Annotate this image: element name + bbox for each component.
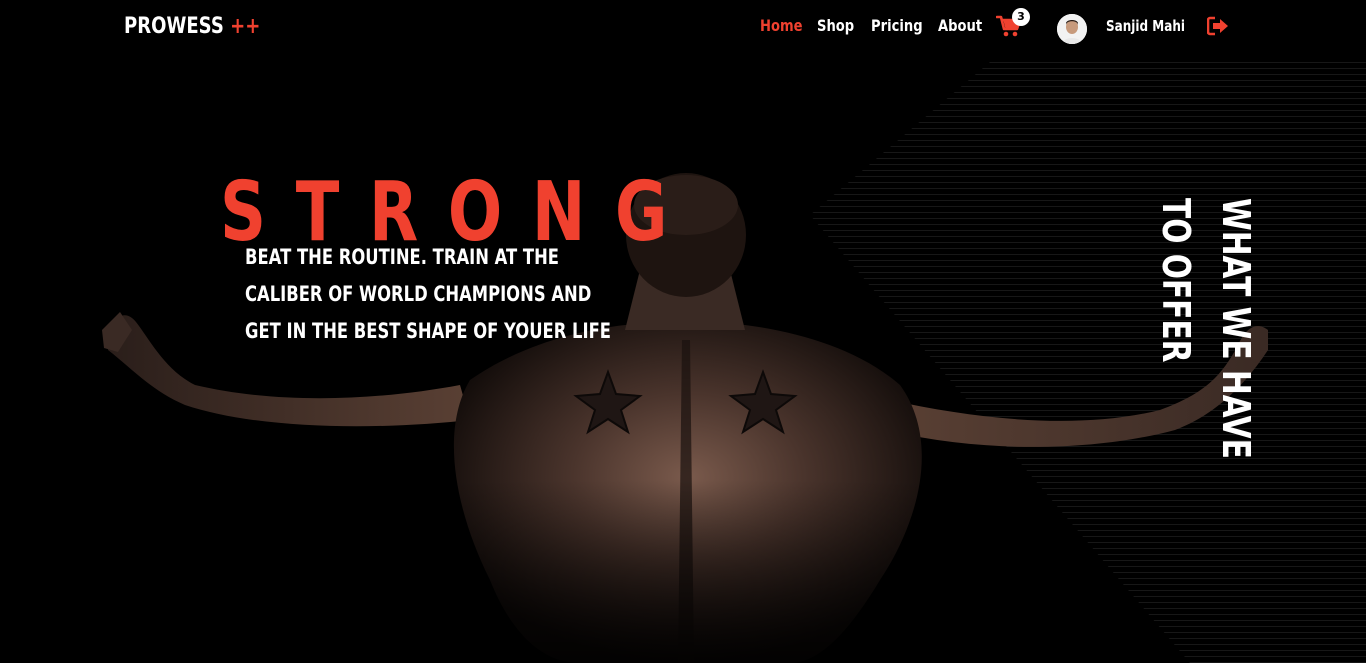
side-title-line-2: TO OFFER xyxy=(1154,198,1198,363)
hero-page: PROWESS ++ Home Shop Pricing About 3 San… xyxy=(0,0,1366,663)
nav-link-home[interactable]: Home xyxy=(760,16,803,35)
cart-count-badge: 3 xyxy=(1012,8,1030,26)
logo-suffix: ++ xyxy=(230,14,261,39)
hero-tagline: BEAT THE ROUTINE. TRAIN AT THE CALIBER O… xyxy=(245,239,611,350)
section-title-what-we-offer: WHAT WE HAVE TO OFFER xyxy=(1154,198,1265,498)
tagline-line-3: GET IN THE BEST SHAPE OF YOUER LIFE xyxy=(245,319,611,343)
user-avatar[interactable] xyxy=(1057,14,1087,44)
nav-link-pricing[interactable]: Pricing xyxy=(871,16,923,35)
nav-link-about[interactable]: About xyxy=(938,16,982,35)
top-navbar: PROWESS ++ Home Shop Pricing About 3 San… xyxy=(0,0,1366,56)
logo-text: PROWESS xyxy=(124,14,224,39)
brand-logo[interactable]: PROWESS ++ xyxy=(124,14,260,39)
sign-out-icon[interactable] xyxy=(1206,15,1229,37)
nav-link-shop[interactable]: Shop xyxy=(817,16,854,35)
tagline-line-1: BEAT THE ROUTINE. TRAIN AT THE xyxy=(245,245,559,269)
tagline-line-2: CALIBER OF WORLD CHAMPIONS AND xyxy=(245,282,592,306)
side-title-line-1: WHAT WE HAVE xyxy=(1214,198,1258,459)
user-name[interactable]: Sanjid Mahi xyxy=(1106,17,1185,35)
